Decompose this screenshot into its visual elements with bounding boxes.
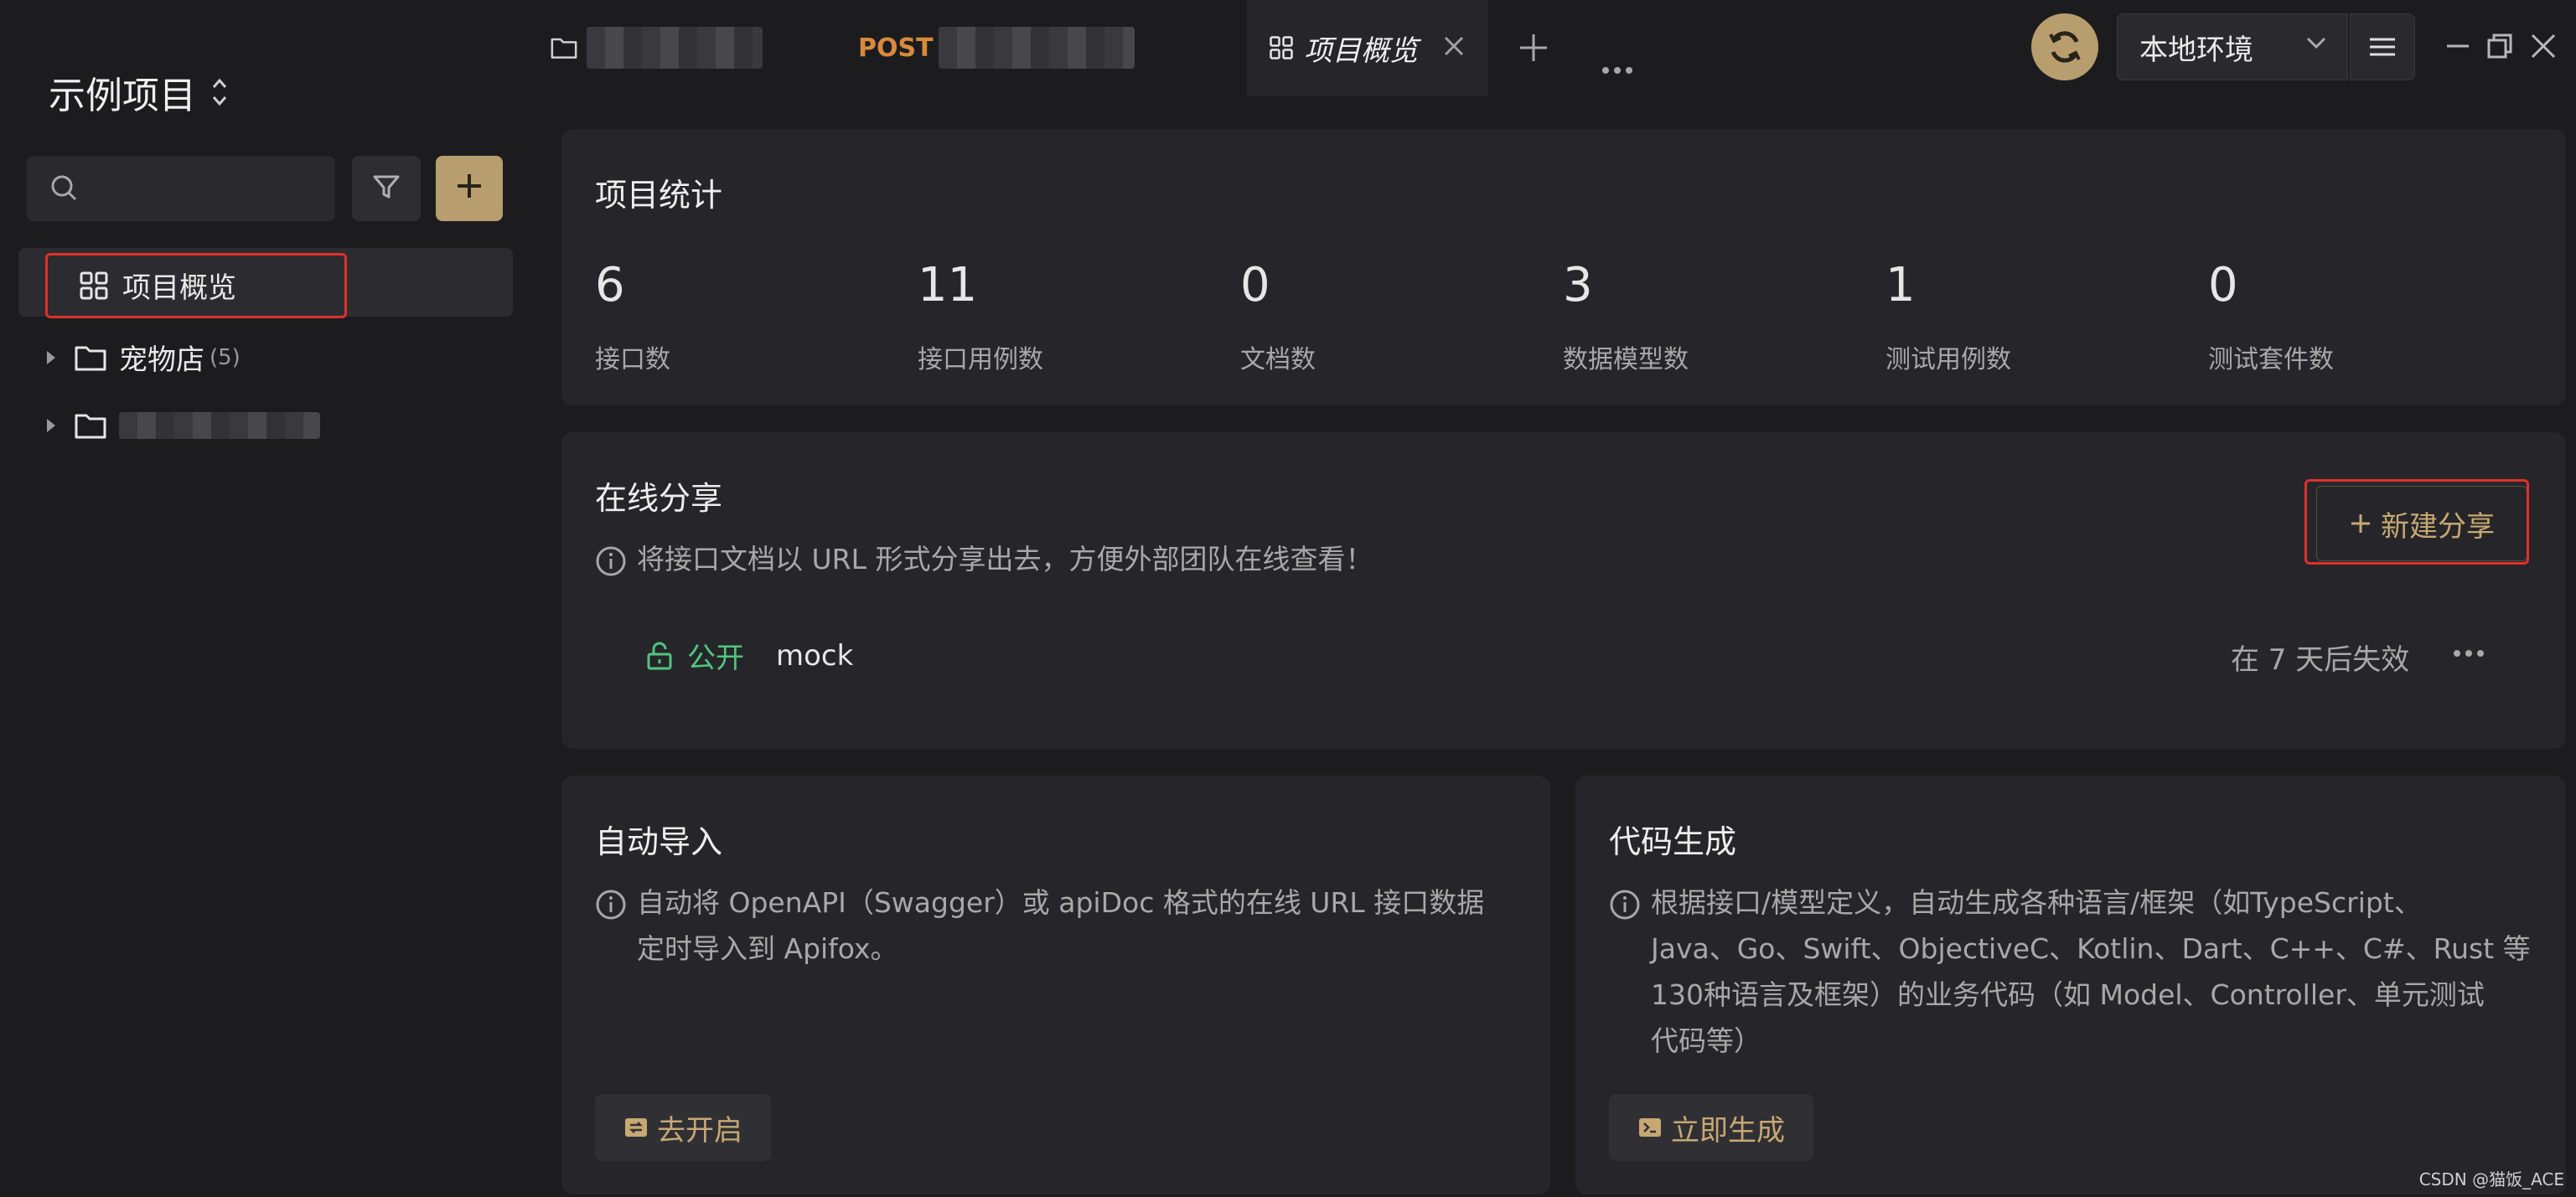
- blurred-label: [119, 412, 320, 439]
- new-tab-button[interactable]: [1517, 28, 1550, 74]
- filter-icon: [370, 171, 402, 206]
- tree-item-label: 宠物店: [119, 343, 204, 377]
- share-description: 将接口文档以 URL 形式分享出去，方便外部团队在线查看！: [595, 536, 1936, 591]
- minimize-button[interactable]: [2444, 32, 2472, 64]
- stat-value: 0: [2208, 258, 2238, 312]
- share-card: [561, 432, 2566, 749]
- blurred-tab-label: [587, 27, 763, 69]
- info-icon: [595, 544, 627, 591]
- tab-1[interactable]: [550, 0, 801, 95]
- auto-import-title: 自动导入: [595, 823, 723, 860]
- sync-icon: [623, 1115, 649, 1140]
- description-line: 代码等）: [1651, 1024, 1761, 1057]
- close-window-button[interactable]: [2529, 32, 2558, 64]
- menu-button[interactable]: [2350, 13, 2415, 80]
- more-tabs-button[interactable]: [1601, 40, 1634, 85]
- enable-auto-import-button[interactable]: 去开启: [595, 1094, 771, 1161]
- search-icon: [49, 173, 80, 208]
- folder-icon: [550, 35, 578, 60]
- tree-item-count: (5): [209, 344, 241, 370]
- tab-2[interactable]: POST: [858, 0, 1135, 95]
- http-method-label: POST: [858, 33, 934, 63]
- blurred-tab-label: [938, 27, 1135, 69]
- more-dots-icon: [1601, 40, 1634, 85]
- share-name: mock: [776, 638, 854, 673]
- share-more-button[interactable]: [2452, 633, 2485, 667]
- share-expire: 在 7 天后失效: [2231, 643, 2410, 677]
- stat-label: 数据模型数: [1563, 345, 1689, 374]
- folder-icon: [74, 343, 107, 373]
- chevron-down-icon: [2304, 29, 2329, 63]
- tree-item-folder-hidden[interactable]: [47, 410, 320, 441]
- description-line: Java、Go、Swift、ObjectiveC、Kotlin、Dart、C++…: [1651, 932, 2531, 965]
- grid-icon: [1269, 35, 1294, 60]
- stat-value: 6: [595, 258, 625, 312]
- project-title: 示例项目: [49, 75, 196, 117]
- restore-icon: [2485, 34, 2514, 64]
- stat-label: 接口用例数: [918, 345, 1043, 374]
- description-line: 定时导入到 Apifox。: [637, 932, 898, 965]
- close-icon[interactable]: [1441, 28, 1466, 67]
- filter-button[interactable]: [352, 156, 421, 221]
- stat-label: 文档数: [1240, 345, 1316, 374]
- tab-label: 项目概览: [1304, 34, 1418, 68]
- expand-arrow-icon[interactable]: [47, 419, 55, 432]
- sidebar: 示例项目 项目概览 宠物店 (5): [0, 0, 528, 1197]
- description-line: 根据接口/模型定义，自动生成各种语言/框架（如TypeScript、: [1651, 886, 2422, 919]
- auto-import-description: 自动将 OpenAPI（Swagger）或 apiDoc 格式的在线 URL 接…: [595, 880, 1517, 972]
- terminal-icon: [1637, 1115, 1663, 1140]
- stat-label: 接口数: [595, 345, 670, 374]
- share-title: 在线分享: [595, 480, 723, 517]
- share-visibility: 公开: [687, 642, 744, 675]
- stat-label: 测试套件数: [2208, 345, 2334, 374]
- share-description-text: 将接口文档以 URL 形式分享出去，方便外部团队在线查看！: [637, 543, 1373, 575]
- watermark: CSDN @猫饭_ACE: [2418, 1169, 2564, 1189]
- environment-select[interactable]: 本地环境: [2117, 13, 2348, 80]
- codegen-description: 根据接口/模型定义，自动生成各种语言/框架（如TypeScript、 Java、…: [1609, 880, 2556, 1064]
- codegen-title: 代码生成: [1609, 823, 1737, 860]
- stat-value: 0: [1240, 258, 1270, 312]
- plus-icon: [1517, 28, 1550, 74]
- highlight-box: [45, 253, 347, 318]
- share-item[interactable]: 公开 mock: [645, 635, 853, 676]
- stat-value: 1: [1885, 258, 1916, 312]
- stats-title: 项目统计: [595, 177, 723, 214]
- plus-icon: [453, 163, 486, 214]
- tab-project-overview[interactable]: 项目概览: [1247, 0, 1488, 95]
- button-label: 立即生成: [1671, 1113, 1785, 1148]
- restore-button[interactable]: [2485, 32, 2514, 64]
- highlight-box: [2304, 479, 2529, 565]
- more-dots-icon: [2452, 633, 2485, 667]
- stat-value: 11: [918, 258, 978, 312]
- search-input[interactable]: [27, 156, 335, 221]
- project-switcher[interactable]: 示例项目: [49, 65, 228, 119]
- stat-value: 3: [1563, 258, 1593, 312]
- minimize-icon: [2444, 44, 2472, 64]
- info-icon: [595, 888, 627, 972]
- add-button[interactable]: [436, 156, 503, 221]
- sync-button[interactable]: [2031, 13, 2098, 80]
- info-icon: [1609, 888, 1641, 1064]
- sync-icon: [2046, 28, 2084, 66]
- close-icon: [2529, 34, 2558, 64]
- stat-label: 测试用例数: [1885, 345, 2011, 374]
- folder-icon: [74, 410, 107, 441]
- generate-code-button[interactable]: 立即生成: [1609, 1094, 1813, 1161]
- description-line: 自动将 OpenAPI（Swagger）或 apiDoc 格式的在线 URL 接…: [637, 886, 1485, 919]
- chevron-updown-icon: [211, 77, 228, 107]
- unlock-icon: [645, 641, 674, 671]
- hamburger-icon: [2367, 34, 2398, 59]
- button-label: 去开启: [657, 1113, 742, 1148]
- description-line: 130种语言及框架）的业务代码（如 Model、Controller、单元测试: [1651, 978, 2485, 1011]
- environment-value: 本地环境: [2139, 33, 2253, 67]
- tree-item-folder-petstore[interactable]: 宠物店 (5): [47, 337, 241, 378]
- expand-arrow-icon[interactable]: [47, 350, 55, 364]
